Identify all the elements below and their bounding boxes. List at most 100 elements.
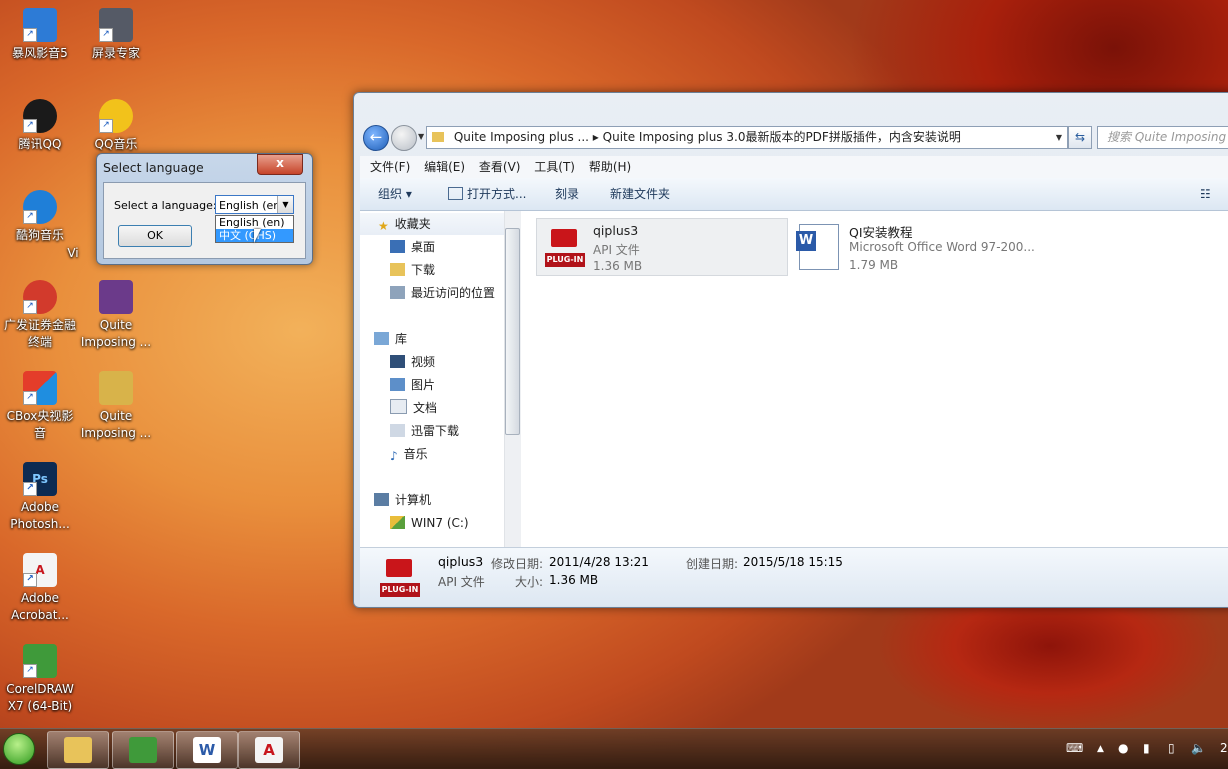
language-option-english[interactable]: English (en) bbox=[216, 216, 293, 229]
qq-tray-icon[interactable]: ● bbox=[1118, 741, 1128, 755]
file-type: Microsoft Office Word 97-200... bbox=[849, 240, 1035, 254]
desktop-icon-acrobat[interactable]: A ↗ Adobe Acrobat... bbox=[3, 553, 77, 624]
nav-videos[interactable]: 视频 bbox=[360, 351, 435, 373]
tray-expand-icon[interactable]: ▲ bbox=[1097, 744, 1104, 754]
refresh-button[interactable]: ⇆ bbox=[1068, 126, 1092, 149]
menu-help[interactable]: 帮助(H) bbox=[589, 156, 631, 178]
nav-libraries[interactable]: 库 bbox=[360, 328, 407, 350]
acrobat-icon: A bbox=[255, 737, 283, 763]
cbox-icon: ↗ bbox=[23, 371, 57, 405]
select-language-dialog: Select language x Select a language: OK … bbox=[96, 153, 313, 265]
qqmusic-icon: ↗ bbox=[99, 99, 133, 133]
keyboard-icon[interactable]: ⌨ bbox=[1066, 741, 1083, 755]
nav-drive-c[interactable]: WIN7 (C:) bbox=[360, 512, 469, 534]
taskbar-word[interactable]: W bbox=[176, 731, 238, 769]
view-options-icon[interactable]: ☷ bbox=[1200, 178, 1211, 210]
menu-bar: 文件(F) 编辑(E) 查看(V) 工具(T) 帮助(H) bbox=[360, 156, 1228, 178]
menu-edit[interactable]: 编辑(E) bbox=[424, 156, 465, 178]
desktop-icon-label: 腾讯QQ bbox=[18, 137, 62, 151]
burn-button[interactable]: 刻录 bbox=[555, 178, 579, 210]
desktop-icon-kugou[interactable]: ↗ 酷狗音乐 bbox=[3, 190, 77, 244]
word-icon: W bbox=[193, 737, 221, 763]
nav-pictures[interactable]: 图片 bbox=[360, 374, 435, 396]
organize-button[interactable]: 组织 ▾ bbox=[378, 178, 412, 210]
nav-recent[interactable]: 最近访问的位置 bbox=[360, 282, 495, 304]
nav-downloads[interactable]: 下载 bbox=[360, 259, 435, 281]
desktop-icon-label: Vi bbox=[67, 246, 79, 260]
taskbar-coreldraw[interactable] bbox=[112, 731, 174, 769]
chevron-down-icon[interactable]: ▼ bbox=[277, 196, 293, 213]
taskbar-explorer[interactable] bbox=[47, 731, 109, 769]
details-file-type: API 文件 bbox=[438, 575, 485, 589]
desktop-icon-screen-recorder[interactable]: ↗ 屏录专家 bbox=[79, 8, 153, 62]
clock-text[interactable]: 2 bbox=[1220, 741, 1228, 755]
desktop-icon-qq[interactable]: ↗ 腾讯QQ bbox=[3, 99, 77, 153]
nav-desktop[interactable]: 桌面 bbox=[360, 236, 435, 258]
recent-places-icon bbox=[390, 286, 405, 299]
dialog-close-button[interactable]: x bbox=[257, 154, 303, 175]
back-button[interactable]: ← bbox=[363, 125, 389, 151]
file-item-qiplus3[interactable]: PLUG-IN qiplus3 API 文件 1.36 MB bbox=[536, 218, 788, 276]
desktop-icon-photoshop[interactable]: Ps ↗ Adobe Photosh... bbox=[3, 462, 77, 533]
open-with-button[interactable]: 打开方式... bbox=[448, 178, 526, 210]
desktop-icon-partial[interactable]: Vi bbox=[53, 245, 93, 262]
taskbar: W A ⌨ ▲ ● ▮ ▯ 🔈 2 bbox=[0, 728, 1228, 769]
details-modified-value: 2011/4/28 13:21 bbox=[549, 555, 649, 569]
baofeng-icon: ↗ bbox=[23, 8, 57, 42]
nav-music[interactable]: ♪ 音乐 bbox=[360, 443, 428, 465]
desktop-icon-qqmusic[interactable]: ↗ QQ音乐 bbox=[79, 99, 153, 153]
address-bar[interactable]: Quite Imposing plus ... ▸ Quite Imposing… bbox=[426, 126, 1068, 149]
details-created-label: 创建日期: bbox=[686, 557, 739, 571]
address-dropdown-icon[interactable]: ▼ bbox=[1056, 127, 1062, 148]
desktop-icon-gf-securities[interactable]: ↗ 广发证券金融终端 bbox=[3, 280, 77, 351]
pictures-icon bbox=[390, 378, 405, 391]
details-file-name: qiplus3 bbox=[438, 554, 484, 569]
nav-label: 桌面 bbox=[411, 240, 436, 254]
file-size: 1.36 MB bbox=[593, 259, 643, 273]
nav-label: 最近访问的位置 bbox=[411, 286, 496, 300]
desktop-icon-cbox[interactable]: ↗ CBox央视影音 bbox=[3, 371, 77, 442]
history-dropdown-icon[interactable]: ▼ bbox=[418, 132, 424, 141]
ok-button[interactable]: OK bbox=[118, 225, 192, 247]
folder-icon bbox=[64, 737, 92, 763]
new-folder-button[interactable]: 新建文件夹 bbox=[610, 178, 670, 210]
file-name: QI安装教程 bbox=[849, 225, 913, 240]
nav-label: 音乐 bbox=[403, 447, 428, 461]
mouse-cursor-icon bbox=[254, 229, 261, 243]
video-icon bbox=[390, 355, 405, 368]
menu-tools[interactable]: 工具(T) bbox=[534, 156, 575, 178]
documents-icon bbox=[390, 399, 407, 414]
menu-view[interactable]: 查看(V) bbox=[479, 156, 521, 178]
menu-file[interactable]: 文件(F) bbox=[370, 156, 410, 178]
dialog-body: Select a language: OK English (en) ▼ Eng… bbox=[103, 182, 306, 259]
open-with-icon bbox=[448, 187, 463, 200]
details-created-value: 2015/5/18 15:15 bbox=[743, 555, 843, 569]
command-bar: 组织 ▾ 打开方式... 刻录 新建文件夹 ☷ bbox=[360, 178, 1228, 211]
desktop-icon-quite-imposing-folder[interactable]: Quite Imposing ... bbox=[79, 371, 153, 442]
desktop-icon-quite-imposing-rar[interactable]: Quite Imposing ... bbox=[79, 280, 153, 351]
nav-computer[interactable]: 计算机 bbox=[360, 489, 431, 511]
search-input[interactable]: 搜索 Quite Imposing plus ... bbox=[1097, 126, 1228, 149]
acrobat-icon: A ↗ bbox=[23, 553, 57, 587]
taskbar-acrobat[interactable]: A bbox=[238, 731, 300, 769]
nav-label: 图片 bbox=[411, 378, 436, 392]
nav-favorites[interactable]: ★ 收藏夹 bbox=[360, 213, 518, 235]
desktop-icon-coreldraw[interactable]: ↗ CorelDRAW X7 (64-Bit) bbox=[3, 644, 77, 715]
desktop-icon-baofeng[interactable]: ↗ 暴风影音5 bbox=[3, 8, 77, 62]
volume-icon[interactable]: 🔈 bbox=[1191, 741, 1206, 755]
nav-label: 下载 bbox=[411, 263, 436, 277]
forward-button[interactable] bbox=[391, 125, 417, 151]
address-row: ← ▼ Quite Imposing plus ... ▸ Quite Impo… bbox=[362, 123, 1228, 151]
language-select[interactable]: English (en) ▼ bbox=[215, 195, 294, 214]
file-item-qi-tutorial[interactable]: W QI安装教程 Microsoft Office Word 97-200...… bbox=[793, 218, 1053, 274]
network-icon[interactable]: ▮ bbox=[1143, 741, 1150, 755]
nav-thunder[interactable]: 迅雷下载 bbox=[360, 420, 459, 442]
library-icon bbox=[374, 332, 389, 345]
desktop-icon-label: 广发证券金融终端 bbox=[3, 318, 76, 349]
nav-scrollbar-thumb[interactable] bbox=[505, 228, 520, 435]
nav-documents[interactable]: 文档 bbox=[360, 397, 437, 419]
power-icon[interactable]: ▯ bbox=[1168, 741, 1175, 755]
photoshop-icon: Ps ↗ bbox=[23, 462, 57, 496]
start-button[interactable] bbox=[3, 733, 35, 765]
screen-recorder-icon: ↗ bbox=[99, 8, 133, 42]
